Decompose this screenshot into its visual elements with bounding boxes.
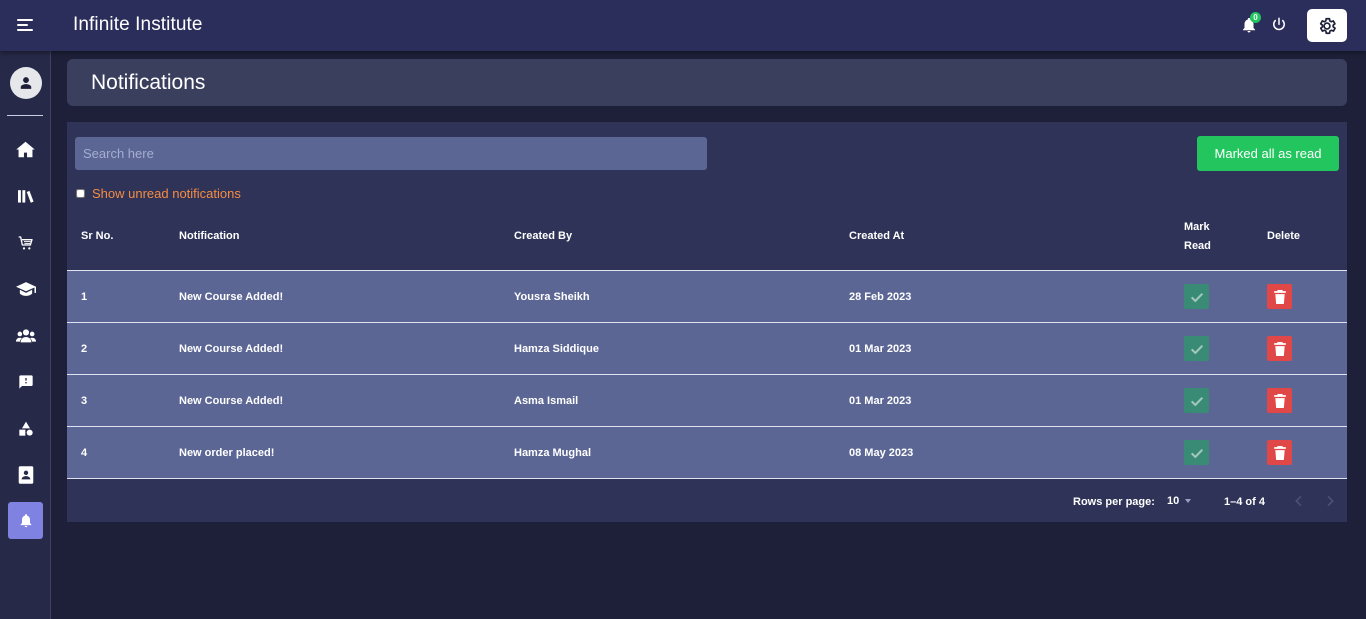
home-icon (16, 141, 35, 158)
sidebar-item-users[interactable] (8, 317, 43, 354)
search-input[interactable] (75, 137, 707, 170)
delete-button[interactable] (1267, 336, 1292, 361)
rows-per-page-label: Rows per page: (1073, 496, 1155, 508)
cell-created-by: Yousra Sheikh (514, 291, 590, 303)
sidebar-divider (7, 115, 43, 116)
pagination-range: 1–4 of 4 (1224, 496, 1265, 508)
table-header: Sr No. Notification Created By Created A… (67, 204, 1347, 271)
cell-created-at: 28 Feb 2023 (849, 291, 912, 303)
app-title: Infinite Institute (73, 14, 203, 35)
menu-icon[interactable] (17, 18, 33, 32)
column-header-delete[interactable]: Delete (1267, 227, 1300, 246)
table-row[interactable]: 3 New Course Added! Asma Ismail 01 Mar 2… (67, 375, 1347, 427)
cell-sr: 3 (81, 395, 88, 407)
notification-count-badge: 0 (1250, 12, 1261, 23)
cell-sr: 1 (81, 291, 88, 303)
mark-read-button[interactable] (1184, 284, 1209, 309)
table-row[interactable]: 4 New order placed! Hamza Mughal 08 May … (67, 427, 1347, 479)
mark-all-read-button[interactable]: Marked all as read (1197, 136, 1339, 171)
sidebar-item-categories[interactable] (8, 410, 43, 447)
cell-created-by: Hamza Siddique (514, 343, 599, 355)
shapes-icon (18, 421, 33, 436)
chevron-right-icon[interactable] (1322, 493, 1338, 509)
power-icon[interactable] (1270, 16, 1288, 34)
cell-created-at: 08 May 2023 (849, 447, 914, 459)
rows-per-page-value: 10 (1167, 495, 1180, 507)
check-icon (1190, 292, 1203, 302)
rows-per-page-select[interactable]: 10 (1167, 492, 1192, 510)
check-icon (1190, 448, 1203, 458)
cell-created-at: 01 Mar 2023 (849, 343, 912, 355)
cell-created-at: 01 Mar 2023 (849, 395, 912, 407)
gear-icon (1319, 17, 1336, 34)
unread-checkbox[interactable] (76, 189, 85, 198)
notifications-card: Marked all as read Show unread notificat… (67, 122, 1347, 522)
column-header-mark-read-line2: Read (1184, 240, 1211, 252)
cell-created-by: Asma Ismail (514, 395, 579, 407)
top-bar: Infinite Institute 0 (0, 0, 1366, 51)
column-header-created-at[interactable]: Created At (849, 227, 904, 246)
column-header-mark-read-line1: Mark (1184, 221, 1210, 233)
mark-read-button[interactable] (1184, 388, 1209, 413)
sidebar-item-library[interactable] (8, 177, 43, 214)
sidebar-item-notifications[interactable] (8, 502, 43, 539)
cell-created-by: Hamza Mughal (514, 447, 592, 459)
check-icon (1190, 344, 1203, 354)
cart-icon (18, 235, 33, 249)
chevron-down-icon (1185, 499, 1192, 503)
unread-filter: Show unread notifications (76, 186, 241, 201)
trash-icon (1273, 341, 1286, 356)
check-icon (1190, 396, 1203, 406)
graduation-cap-icon (15, 281, 36, 296)
mark-read-button[interactable] (1184, 336, 1209, 361)
cell-sr: 2 (81, 343, 88, 355)
settings-button[interactable] (1307, 9, 1347, 42)
mark-read-button[interactable] (1184, 440, 1209, 465)
delete-button[interactable] (1267, 284, 1292, 309)
page-title: Notifications (91, 71, 206, 94)
sidebar (0, 51, 51, 619)
trash-icon (1273, 445, 1286, 460)
column-header-mark-read[interactable]: Mark Read (1184, 218, 1211, 256)
chevron-left-icon[interactable] (1291, 493, 1307, 509)
cell-notification: New order placed! (179, 447, 275, 459)
page-header: Notifications (67, 59, 1347, 106)
table-row[interactable]: 2 New Course Added! Hamza Siddique 01 Ma… (67, 323, 1347, 375)
sidebar-item-contacts[interactable] (8, 456, 43, 493)
sidebar-item-courses[interactable] (8, 270, 43, 307)
unread-label[interactable]: Show unread notifications (92, 186, 241, 201)
table-row[interactable]: 1 New Course Added! Yousra Sheikh 28 Feb… (67, 271, 1347, 323)
avatar[interactable] (10, 67, 42, 99)
users-icon (15, 329, 36, 343)
sidebar-item-home[interactable] (8, 131, 43, 168)
cell-notification: New Course Added! (179, 395, 284, 407)
feedback-icon (18, 374, 33, 389)
pagination: Rows per page: 10 1–4 of 4 (67, 481, 1347, 521)
user-icon (20, 77, 32, 89)
table-body: 1 New Course Added! Yousra Sheikh 28 Feb… (67, 271, 1347, 479)
column-header-notification[interactable]: Notification (179, 227, 240, 246)
bell-icon (20, 514, 31, 528)
cell-notification: New Course Added! (179, 291, 284, 303)
trash-icon (1273, 289, 1286, 304)
cell-notification: New Course Added! (179, 343, 284, 355)
column-header-sr[interactable]: Sr No. (81, 227, 113, 246)
delete-button[interactable] (1267, 440, 1292, 465)
library-icon (17, 189, 34, 203)
delete-button[interactable] (1267, 388, 1292, 413)
cell-sr: 4 (81, 447, 88, 459)
column-header-created-by[interactable]: Created By (514, 227, 572, 246)
sidebar-item-cart[interactable] (8, 224, 43, 261)
contacts-icon (18, 465, 33, 484)
sidebar-item-feedback[interactable] (8, 363, 43, 400)
trash-icon (1273, 393, 1286, 408)
